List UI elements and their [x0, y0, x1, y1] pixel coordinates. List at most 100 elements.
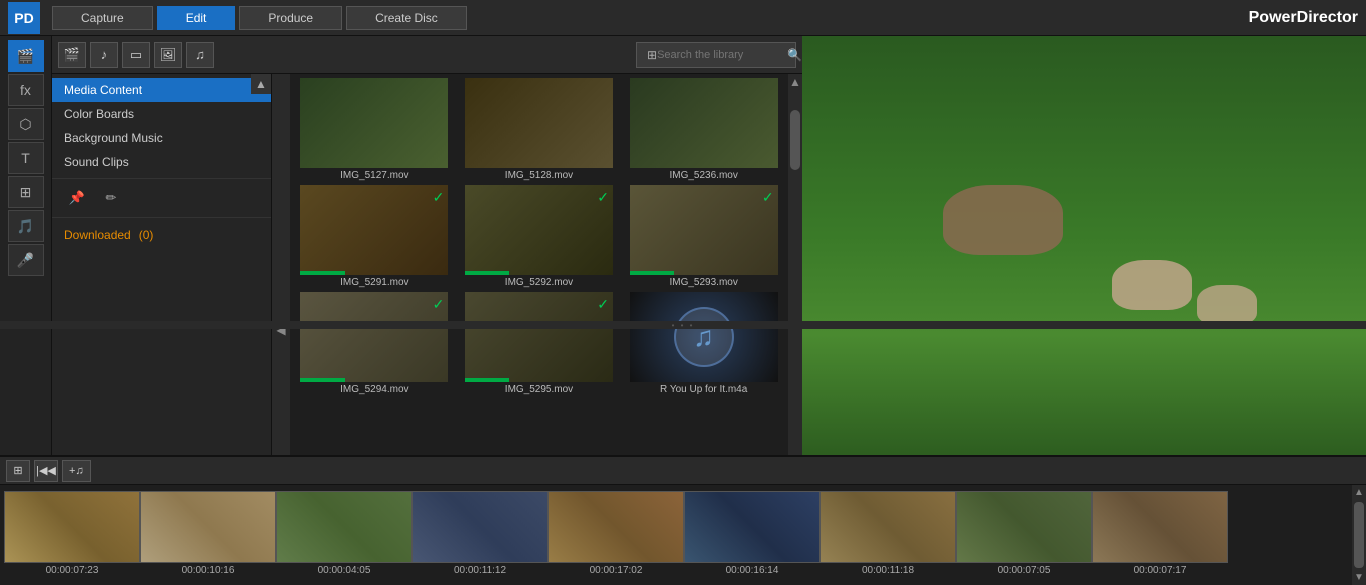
- list-item[interactable]: IMG_5236.mov: [623, 78, 784, 181]
- timeline-scrollbar[interactable]: ▲ ▼: [1352, 485, 1366, 585]
- list-item[interactable]: ✓ IMG_5292.mov: [459, 185, 620, 288]
- timeline-clip-2[interactable]: 00:00:04:05: [276, 491, 412, 576]
- timeline-clips-container[interactable]: 00:00:07:23 00:00:10:16 00:00:04:05 00:0…: [0, 485, 1366, 585]
- timeline-time: 00:00:04:05: [318, 565, 371, 576]
- tab-create-disc[interactable]: Create Disc: [346, 6, 467, 30]
- timeline-toolbar: ⊞ |◀◀ +♫: [0, 457, 1366, 485]
- timeline-clip-5[interactable]: 00:00:16:14: [684, 491, 820, 576]
- sidebar-add-icon[interactable]: 📌: [64, 187, 90, 209]
- timeline-clip-1[interactable]: 00:00:10:16: [140, 491, 276, 576]
- toolbar-screen-btn[interactable]: ▭: [122, 42, 150, 68]
- content-toolbar: 🎬 ♪ ▭ 🖼 ♫ ⊞ 🔍: [52, 36, 802, 74]
- progress-bar: [630, 271, 674, 275]
- timeline-clip-7[interactable]: 00:00:07:05: [956, 491, 1092, 576]
- tool-media[interactable]: 🎬: [8, 40, 44, 72]
- tool-filter[interactable]: ⊞: [8, 176, 44, 208]
- timeline-scrollbar-thumb[interactable]: [1354, 502, 1364, 568]
- app-title: PowerDirector: [1249, 9, 1358, 27]
- progress-bar: [300, 378, 344, 382]
- scrollbar-thumb[interactable]: [790, 110, 800, 170]
- top-bar: PD Capture Edit Produce Create Disc Powe…: [0, 0, 1366, 36]
- toolbar-audio-btn[interactable]: ♪: [90, 42, 118, 68]
- grid-view-icon[interactable]: ⊞: [647, 44, 657, 66]
- scroll-up-arrow[interactable]: ▲: [788, 74, 802, 90]
- media-label: IMG_5291.mov: [340, 277, 408, 288]
- bottom-timeline: ⊞ |◀◀ +♫ 00:00:07:23 00:00:10:16: [0, 455, 1366, 585]
- media-label: IMG_5294.mov: [340, 384, 408, 395]
- timeline-clip-6[interactable]: 00:00:11:18: [820, 491, 956, 576]
- media-label: IMG_5236.mov: [669, 170, 737, 181]
- tool-fx[interactable]: fx: [8, 74, 44, 106]
- check-mark: ✓: [597, 189, 609, 206]
- list-item[interactable]: ♫ R You Up for It.m4a: [623, 292, 784, 395]
- toolbar-image-btn[interactable]: 🖼: [154, 42, 182, 68]
- sidebar-divider: [52, 178, 271, 179]
- toolbar-music-btn[interactable]: ♫: [186, 42, 214, 68]
- check-mark: ✓: [433, 296, 445, 313]
- drag-handle[interactable]: • • •: [0, 321, 1366, 329]
- timeline-scroll-down[interactable]: ▼: [1352, 570, 1366, 585]
- sidebar-downloaded: Downloaded (0): [52, 222, 271, 248]
- sidebar-icons: 📌 ✏: [52, 183, 271, 213]
- timeline-time: 00:00:07:23: [46, 565, 99, 576]
- list-item[interactable]: IMG_5127.mov: [294, 78, 455, 181]
- app-logo: PD: [8, 2, 40, 34]
- downloaded-label: Downloaded: [64, 228, 131, 242]
- tab-capture[interactable]: Capture: [52, 6, 153, 30]
- timeline-clips: 00:00:07:23 00:00:10:16 00:00:04:05 00:0…: [0, 489, 1232, 581]
- timeline-time: 00:00:07:05: [998, 565, 1051, 576]
- list-item[interactable]: ✓ IMG_5293.mov: [623, 185, 784, 288]
- sidebar-scroll-up[interactable]: ▲: [251, 74, 271, 94]
- timeline-time: 00:00:10:16: [182, 565, 235, 576]
- list-item[interactable]: ✓ IMG_5291.mov: [294, 185, 455, 288]
- top-tabs: Capture Edit Produce Create Disc: [52, 6, 1249, 30]
- sidebar-item-media-content[interactable]: Media Content: [52, 78, 271, 102]
- check-mark: ✓: [597, 296, 609, 313]
- timeline-clip-3[interactable]: 00:00:11:12: [412, 491, 548, 576]
- search-box: ⊞ 🔍: [636, 42, 796, 68]
- list-item[interactable]: ✓ IMG_5295.mov: [459, 292, 620, 395]
- timeline-time: 00:00:11:12: [454, 565, 506, 576]
- media-grid: IMG_5127.mov IMG_5128.mov IMG_5236.mov: [294, 78, 784, 395]
- timeline-clip-0[interactable]: 00:00:07:23: [4, 491, 140, 576]
- list-item[interactable]: IMG_5128.mov: [459, 78, 620, 181]
- timeline-grid-icon[interactable]: ⊞: [6, 460, 30, 482]
- tab-edit[interactable]: Edit: [157, 6, 236, 30]
- tool-text[interactable]: T: [8, 142, 44, 174]
- timeline-time: 00:00:17:02: [590, 565, 643, 576]
- media-label: IMG_5127.mov: [340, 170, 408, 181]
- sidebar-item-color-boards[interactable]: Color Boards: [52, 102, 271, 126]
- music-icon: ♫: [674, 307, 734, 367]
- sidebar-item-background-music[interactable]: Background Music: [52, 126, 271, 150]
- sidebar-item-sound-clips[interactable]: Sound Clips: [52, 150, 271, 174]
- timeline-skip-start[interactable]: |◀◀: [34, 460, 58, 482]
- media-label: IMG_5293.mov: [669, 277, 737, 288]
- tool-transitions[interactable]: ⬡: [8, 108, 44, 140]
- tool-audio[interactable]: 🎵: [8, 210, 44, 242]
- timeline-clip-8[interactable]: 00:00:07:17: [1092, 491, 1228, 576]
- list-item[interactable]: ✓ IMG_5294.mov: [294, 292, 455, 395]
- progress-bar: [465, 271, 509, 275]
- search-input[interactable]: [657, 49, 787, 61]
- media-label: IMG_5295.mov: [505, 384, 573, 395]
- search-icon[interactable]: 🔍: [787, 48, 802, 62]
- sidebar-edit-icon[interactable]: ✏: [98, 187, 124, 209]
- tab-produce[interactable]: Produce: [239, 6, 342, 30]
- progress-bar: [465, 378, 509, 382]
- timeline-clip-4[interactable]: 00:00:17:02: [548, 491, 684, 576]
- timeline-add-btn[interactable]: +♫: [62, 460, 91, 482]
- timeline-time: 00:00:11:18: [862, 565, 914, 576]
- timeline-time: 00:00:07:17: [1134, 565, 1187, 576]
- media-label: IMG_5128.mov: [505, 170, 573, 181]
- media-label: IMG_5292.mov: [505, 277, 573, 288]
- tool-mic[interactable]: 🎤: [8, 244, 44, 276]
- timeline-scroll-up[interactable]: ▲: [1352, 485, 1366, 500]
- check-mark: ✓: [762, 189, 774, 206]
- toolbar-media-btn[interactable]: 🎬: [58, 42, 86, 68]
- media-label: R You Up for It.m4a: [660, 384, 747, 395]
- progress-bar: [300, 271, 344, 275]
- downloaded-count: (0): [139, 228, 154, 242]
- check-mark: ✓: [433, 189, 445, 206]
- sidebar-divider2: [52, 217, 271, 218]
- timeline-time: 00:00:16:14: [726, 565, 779, 576]
